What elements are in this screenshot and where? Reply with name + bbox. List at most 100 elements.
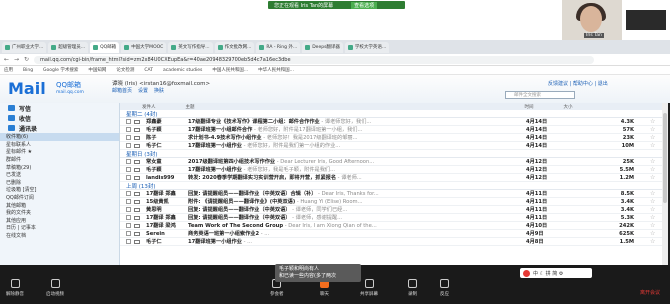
- browser-tab[interactable]: RA - Ring 外...: [256, 41, 301, 53]
- folder-other-apps[interactable]: 其他应用: [0, 217, 119, 225]
- star-icon[interactable]: ☆: [650, 118, 655, 125]
- row-checkbox[interactable]: [126, 239, 131, 244]
- scrollbar[interactable]: [662, 103, 668, 265]
- star-icon[interactable]: ☆: [650, 190, 655, 197]
- reactions-button[interactable]: 反应: [440, 279, 449, 297]
- folder-deleted[interactable]: 已删除: [0, 179, 119, 187]
- bookmark-item[interactable]: 中国人民共和国...: [212, 67, 248, 73]
- mail-row[interactable]: 常女童 2017级翻译班第四小组技术写作作业 - Dear Lecturer Ir…: [120, 158, 668, 166]
- mail-row[interactable]: 17翻译 郑鑫 回复: 请提醒组员——翻译作业（中英双语） - 谭老师，感谢提醒.…: [120, 214, 668, 222]
- record-button[interactable]: 录制: [408, 279, 417, 297]
- mail-row[interactable]: 毛子颖 17翻译班第一小组作业 - 老师您好，我是毛子颖，附件是我们... 4月12…: [120, 166, 668, 174]
- folder-other-mailboxes[interactable]: 其他邮箱: [0, 201, 119, 209]
- row-checkbox[interactable]: [126, 223, 131, 228]
- star-icon[interactable]: ☆: [650, 126, 655, 133]
- forward-arrow-icon[interactable]: →: [14, 56, 20, 63]
- url-input[interactable]: mail.qq.com/cgi-bin/frame_html?sid=zm2x8…: [34, 55, 594, 64]
- mail-row[interactable]: 毛子颖 17翻译班第一小组邮件合作 - 老师您好，附件是17翻译班第一小组，我们.…: [120, 126, 668, 134]
- row-checkbox[interactable]: [126, 135, 131, 140]
- folder-drafts[interactable]: 草稿箱(29): [0, 163, 119, 171]
- folder-group-mail[interactable]: 群邮件: [0, 156, 119, 164]
- column-size[interactable]: 大小: [564, 104, 573, 110]
- folder-inbox[interactable]: 收件箱(6): [0, 133, 119, 141]
- folder-spam[interactable]: 垃圾箱 [清空]: [0, 186, 119, 194]
- row-checkbox[interactable]: [126, 231, 131, 236]
- bookmark-item[interactable]: academic studies: [163, 68, 202, 73]
- folder-subscriptions[interactable]: QQ邮件订阅: [0, 194, 119, 202]
- bookmark-item[interactable]: Google 学术搜索: [43, 67, 78, 73]
- browser-tab[interactable]: 英文写作指导...: [168, 41, 213, 53]
- mail-row[interactable]: 15级黄凯 附件: 《请提醒组员——翻译作业》(中英双语) - Huang Yi …: [120, 198, 668, 206]
- bookmark-item[interactable]: CAT: [144, 68, 153, 73]
- star-icon[interactable]: ☆: [650, 174, 655, 181]
- star-icon[interactable]: ☆: [650, 166, 655, 173]
- video-panel-controls[interactable]: [626, 10, 666, 30]
- star-icon[interactable]: ☆: [650, 134, 655, 141]
- scrollbar-thumb[interactable]: [663, 113, 667, 203]
- bookmark-item[interactable]: Bing: [23, 68, 33, 73]
- group-header[interactable]: 星期日 (3封): [120, 150, 668, 158]
- star-icon[interactable]: ☆: [650, 238, 655, 245]
- mail-row[interactable]: 17翻译 郑鑫 回复: 请提醒组员——翻译作业（中英双语）合辑（补） - Dear…: [120, 190, 668, 198]
- mail-home-link[interactable]: 邮箱首页: [112, 87, 132, 94]
- leave-meeting-button[interactable]: 离开会议: [640, 289, 660, 296]
- column-subject[interactable]: 主题: [186, 104, 195, 110]
- settings-link[interactable]: 设置: [138, 87, 148, 94]
- bookmark-item[interactable]: 论文检测: [116, 67, 134, 73]
- contacts-button[interactable]: 通讯录: [0, 123, 119, 133]
- row-checkbox[interactable]: [126, 207, 131, 212]
- row-checkbox[interactable]: [126, 127, 131, 132]
- bookmark-item[interactable]: 应用: [4, 67, 13, 73]
- folder-online-docs[interactable]: 在线文档: [0, 232, 119, 240]
- row-checkbox[interactable]: [126, 191, 131, 196]
- star-icon[interactable]: ☆: [650, 214, 655, 221]
- star-icon[interactable]: ☆: [650, 198, 655, 205]
- skin-link[interactable]: 换肤: [154, 87, 164, 94]
- folder-sent[interactable]: 已发送: [0, 171, 119, 179]
- browser-tab[interactable]: Deeps翻译器: [302, 41, 343, 53]
- column-time[interactable]: 时间: [525, 104, 534, 110]
- bookmark-item[interactable]: 中国知网: [88, 67, 106, 73]
- row-checkbox[interactable]: [126, 215, 131, 220]
- group-header[interactable]: 上周 (13封): [120, 182, 668, 190]
- receive-button[interactable]: 收信: [0, 113, 119, 123]
- mail-row[interactable]: 黄思明 回复: 请提醒组员——翻译作业（中英双语） - 谭老师，同学们已经... 4…: [120, 206, 668, 214]
- browser-tab[interactable]: 超级管理员...: [48, 41, 89, 53]
- row-checkbox[interactable]: [126, 119, 131, 124]
- folder-starred-mail[interactable]: 星标邮件 ★: [0, 148, 119, 156]
- star-icon[interactable]: ☆: [650, 230, 655, 237]
- group-header[interactable]: 星期二 (4封): [120, 110, 668, 118]
- mail-row[interactable]: landis999 转发: 2020春季学期翻译实习实训营开启，即将开营，抓紧报名…: [120, 174, 668, 182]
- mail-search-input[interactable]: 邮件全文搜索: [505, 91, 575, 99]
- star-icon[interactable]: ☆: [650, 158, 655, 165]
- mail-logo[interactable]: Mail: [8, 79, 46, 98]
- ime-toolbar[interactable]: 中 ☾ 拼 简 ⚙: [520, 268, 592, 278]
- compose-button[interactable]: 写信: [0, 103, 119, 113]
- share-screen-button[interactable]: 共享屏幕: [360, 279, 378, 297]
- start-video-button[interactable]: 启动视频: [46, 279, 64, 297]
- browser-tab[interactable]: 学校大学英语...: [344, 41, 390, 53]
- star-icon[interactable]: ☆: [650, 222, 655, 229]
- folder-my-folders[interactable]: 我的文件夹: [0, 209, 119, 217]
- folder-calendar[interactable]: 日历 | 记事本: [0, 224, 119, 232]
- reload-icon[interactable]: ↻: [24, 56, 30, 63]
- browser-tab[interactable]: 中国大学MOOC: [121, 41, 167, 53]
- star-icon[interactable]: ☆: [650, 142, 655, 149]
- chat-notification[interactable]: 毛子颖和明尚有人 和已读一些内容(多了两次: [275, 264, 361, 282]
- mail-row[interactable]: 毛子仁 17翻译班第一小组作业 - 老师您好，附件是我们第一小组的作业... 4月1…: [120, 142, 668, 150]
- mail-row[interactable]: 17翻译 梁鸿 Team Work of The Second Group - D…: [120, 222, 668, 230]
- browser-tab[interactable]: 广州职业大学...: [2, 41, 47, 53]
- row-checkbox[interactable]: [126, 175, 131, 180]
- mail-row[interactable]: 毛子仁 17翻译班第一小组作业 - ... 4月8日 1.5M ☆: [120, 238, 668, 246]
- bookmark-item[interactable]: 中华人民共和国...: [258, 67, 294, 73]
- unmute-button[interactable]: 解除静音: [6, 279, 24, 297]
- mail-row[interactable]: 郑鑫豪 17级翻译专业《技术写作》课程第二小组：邮件合作作业 - 谭老师您好，我们…: [120, 118, 668, 126]
- star-icon[interactable]: ☆: [650, 206, 655, 213]
- browser-tab-active[interactable]: QQ邮箱: [90, 41, 120, 53]
- view-options-button[interactable]: 查看选项: [351, 1, 378, 9]
- row-checkbox[interactable]: [126, 199, 131, 204]
- header-right-links[interactable]: 反馈建议 | 帮助中心 | 退出: [548, 80, 608, 87]
- mail-row[interactable]: Serein 商务英语一班第一小组索作业2 - ... 4月9日 625K ☆: [120, 230, 668, 238]
- mail-row[interactable]: 陈子 求计划书-4.9技术写作小组作业 - 老师您好！我是2017级翻译班的邹丽.…: [120, 134, 668, 142]
- browser-tab[interactable]: 作文批改网...: [214, 41, 255, 53]
